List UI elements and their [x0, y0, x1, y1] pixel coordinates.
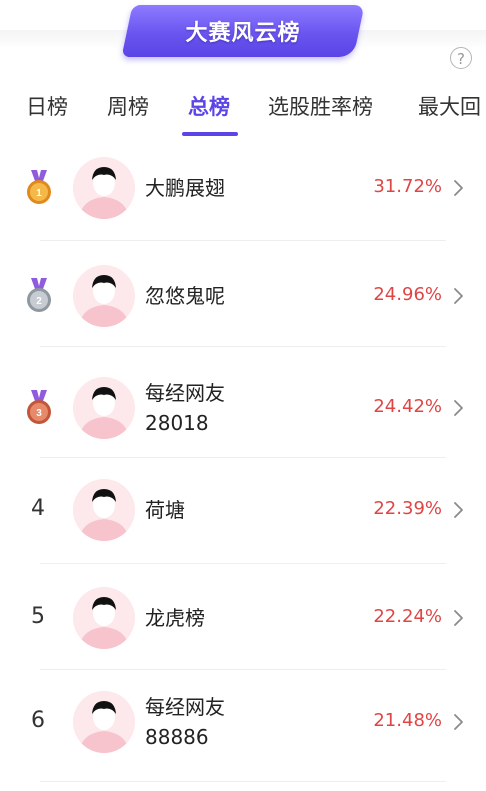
user-name: 忽悠鬼呢	[145, 281, 345, 311]
tab-max-drawdown[interactable]: 最大回	[418, 91, 481, 121]
svg-text:1: 1	[36, 188, 42, 199]
rank-number: 4	[31, 496, 45, 521]
user-name: 大鹏展翅	[145, 173, 345, 203]
return-percent: 31.72%	[373, 176, 442, 197]
user-name: 每经网友 28018	[145, 378, 345, 438]
avatar[interactable]	[73, 479, 135, 541]
chevron-right-icon[interactable]	[452, 712, 466, 732]
user-name-line: 每经网友	[145, 381, 225, 405]
svg-text:3: 3	[36, 408, 42, 419]
chevron-right-icon[interactable]	[452, 398, 466, 418]
avatar[interactable]	[73, 157, 135, 219]
chevron-right-icon[interactable]	[452, 500, 466, 520]
ranking-row[interactable]: 3 每经网友 28018 24.42%	[0, 360, 486, 456]
row-divider	[40, 669, 446, 670]
gold-medal-icon: 1	[27, 170, 51, 204]
avatar[interactable]	[73, 265, 135, 327]
row-divider	[40, 781, 446, 782]
rank-number: 6	[31, 708, 45, 733]
return-percent: 24.42%	[373, 396, 442, 417]
active-tab-indicator	[182, 132, 238, 136]
user-name: 每经网友 88886	[145, 692, 345, 752]
user-name-line: 忽悠鬼呢	[145, 284, 225, 308]
user-name-line: 88886	[145, 725, 209, 749]
tab-daily[interactable]: 日榜	[26, 91, 68, 121]
tab-overall[interactable]: 总榜	[188, 91, 230, 121]
bronze-medal-icon: 3	[27, 390, 51, 424]
leaderboard-banner: 大赛风云榜	[121, 5, 365, 57]
user-name-line: 28018	[145, 411, 209, 435]
user-name-line: 龙虎榜	[145, 606, 205, 630]
question-circle-icon[interactable]: ?	[450, 47, 472, 69]
tab-weekly[interactable]: 周榜	[107, 91, 149, 121]
ranking-tabs: 日榜 周榜 总榜 选股胜率榜 最大回	[0, 83, 486, 143]
banner-title: 大赛风云榜	[185, 21, 301, 46]
return-percent: 22.24%	[373, 606, 442, 627]
user-name: 龙虎榜	[145, 603, 345, 633]
tab-win-rate[interactable]: 选股胜率榜	[268, 91, 373, 121]
avatar[interactable]	[73, 691, 135, 753]
svg-text:2: 2	[36, 296, 42, 307]
user-name-line: 每经网友	[145, 695, 225, 719]
return-percent: 21.48%	[373, 710, 442, 731]
silver-medal-icon: 2	[27, 278, 51, 312]
user-name-line: 大鹏展翅	[145, 176, 225, 200]
chevron-right-icon[interactable]	[452, 608, 466, 628]
row-divider	[40, 346, 446, 347]
user-name: 荷塘	[145, 495, 345, 525]
avatar[interactable]	[73, 377, 135, 439]
row-divider	[40, 563, 446, 564]
chevron-right-icon[interactable]	[452, 178, 466, 198]
avatar[interactable]	[73, 587, 135, 649]
ranking-row[interactable]: 2 忽悠鬼呢 24.96%	[0, 258, 486, 334]
ranking-row[interactable]: 4 荷塘 22.39%	[0, 462, 486, 558]
user-name-line: 荷塘	[145, 498, 185, 522]
ranking-row[interactable]: 5 龙虎榜 22.24%	[0, 570, 486, 666]
return-percent: 22.39%	[373, 498, 442, 519]
chevron-right-icon[interactable]	[452, 286, 466, 306]
ranking-row[interactable]: 1 大鹏展翅 31.72%	[0, 150, 486, 226]
ranking-row[interactable]: 6 每经网友 88886 21.48%	[0, 672, 486, 772]
return-percent: 24.96%	[373, 284, 442, 305]
rank-number: 5	[31, 604, 45, 629]
row-divider	[40, 457, 446, 458]
row-divider	[40, 240, 446, 241]
